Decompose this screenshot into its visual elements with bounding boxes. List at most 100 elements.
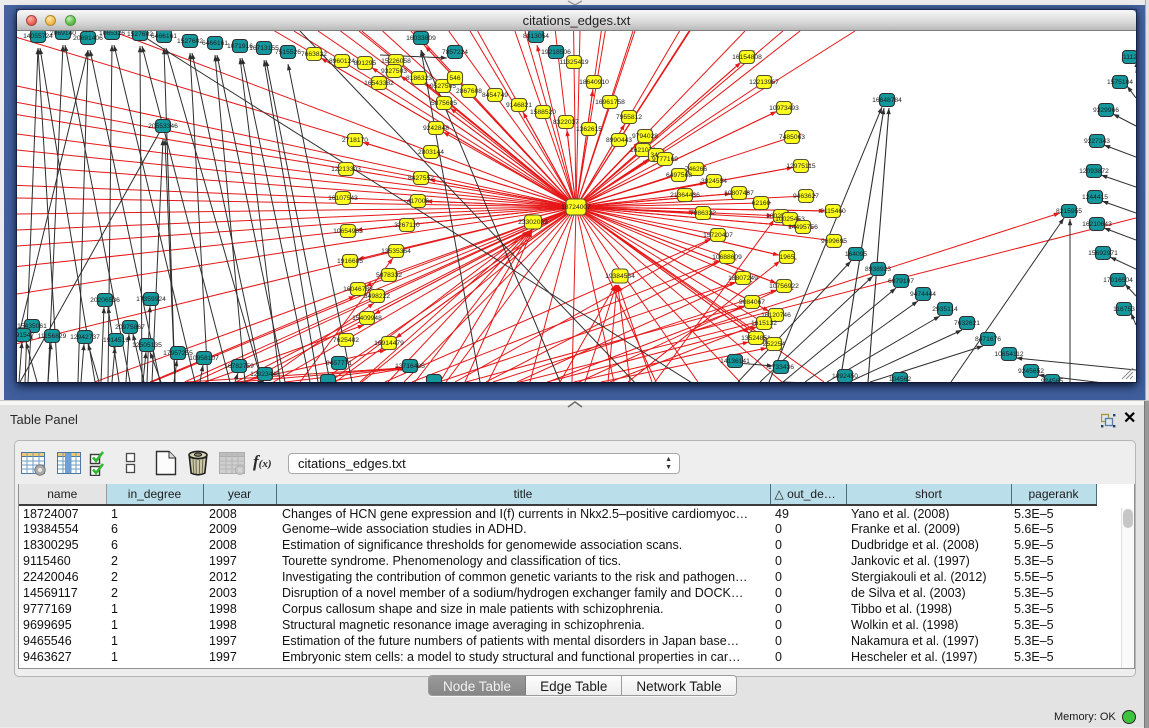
svg-text:3267110: 3267110 bbox=[394, 222, 420, 229]
svg-text:6497568: 6497568 bbox=[666, 172, 692, 179]
svg-text:1362615: 1362615 bbox=[576, 126, 602, 133]
svg-text:2867608: 2867608 bbox=[456, 88, 482, 95]
svg-text:16046788: 16046788 bbox=[343, 286, 373, 293]
svg-text:8471676: 8471676 bbox=[975, 336, 1001, 343]
svg-text:10756922: 10756922 bbox=[769, 283, 799, 290]
svg-text:16961758: 16961758 bbox=[595, 99, 625, 106]
svg-text:9245652: 9245652 bbox=[1018, 368, 1044, 375]
svg-text:12923446: 12923446 bbox=[250, 371, 280, 378]
svg-text:1615132: 1615132 bbox=[751, 320, 777, 327]
svg-text:417006: 417006 bbox=[407, 198, 430, 205]
svg-text:9146821: 9146821 bbox=[506, 102, 532, 109]
svg-text:164095: 164095 bbox=[845, 251, 868, 258]
svg-text:1914519: 1914519 bbox=[103, 337, 129, 344]
svg-text:9329966: 9329966 bbox=[1093, 107, 1119, 114]
svg-text:1733436: 1733436 bbox=[768, 364, 794, 371]
svg-text:62160: 62160 bbox=[752, 200, 771, 207]
svg-text:1065326: 1065326 bbox=[99, 31, 125, 37]
svg-text:8990443: 8990443 bbox=[606, 137, 632, 144]
svg-text:1588520: 1588520 bbox=[530, 109, 556, 116]
svg-text:16543382: 16543382 bbox=[364, 80, 394, 87]
svg-text:20553346: 20553346 bbox=[148, 123, 178, 130]
svg-text:1244415: 1244415 bbox=[1082, 194, 1108, 201]
svg-text:7663822: 7663822 bbox=[301, 51, 327, 58]
svg-text:6879197: 6879197 bbox=[888, 278, 914, 285]
svg-text:21364436: 21364436 bbox=[670, 192, 700, 199]
svg-text:11325419: 11325419 bbox=[559, 59, 589, 66]
svg-text:14136141: 14136141 bbox=[720, 358, 750, 365]
svg-text:17016504: 17016504 bbox=[1103, 277, 1133, 284]
svg-text:2718170: 2718170 bbox=[342, 137, 368, 144]
svg-text:8938923: 8938923 bbox=[865, 266, 891, 273]
svg-text:13535364: 13535364 bbox=[381, 248, 411, 255]
svg-text:3498222: 3498222 bbox=[364, 293, 390, 300]
svg-text:3824554: 3824554 bbox=[701, 178, 727, 185]
svg-text:15409948: 15409948 bbox=[352, 315, 382, 322]
svg-text:16914479: 16914479 bbox=[374, 340, 404, 347]
svg-text:8322037: 8322037 bbox=[553, 119, 579, 126]
svg-text:1112: 1112 bbox=[1123, 54, 1136, 61]
svg-text:13716485: 13716485 bbox=[395, 363, 425, 370]
svg-text:9242848: 9242848 bbox=[423, 125, 449, 132]
svg-text:9457771: 9457771 bbox=[326, 360, 352, 367]
svg-text:10688609: 10688609 bbox=[712, 254, 742, 261]
svg-text:10973493: 10973493 bbox=[769, 105, 799, 112]
svg-text:12213303: 12213303 bbox=[331, 166, 361, 173]
svg-text:12942737: 12942737 bbox=[70, 334, 100, 341]
svg-text:1527602: 1527602 bbox=[177, 38, 203, 45]
svg-text:15692971: 15692971 bbox=[1088, 250, 1118, 257]
svg-text:16648784: 16648784 bbox=[872, 97, 902, 104]
svg-text:1092450: 1092450 bbox=[832, 373, 858, 380]
svg-text:18807249: 18807249 bbox=[728, 275, 758, 282]
svg-text:23302033: 23302033 bbox=[518, 219, 548, 226]
svg-text:6466161: 6466161 bbox=[202, 40, 228, 47]
svg-text:10807487: 10807487 bbox=[724, 190, 754, 197]
svg-text:9474444: 9474444 bbox=[910, 291, 936, 298]
svg-text:1527602: 1527602 bbox=[127, 31, 153, 38]
svg-text:8454749: 8454749 bbox=[482, 92, 508, 99]
svg-text:16154808: 16154808 bbox=[732, 54, 762, 61]
svg-text:16210643: 16210643 bbox=[1082, 221, 1112, 228]
svg-text:7632621: 7632621 bbox=[954, 320, 980, 327]
svg-text:924565: 924565 bbox=[1041, 378, 1064, 382]
svg-text:9463627: 9463627 bbox=[793, 193, 819, 200]
svg-text:16107543: 16107543 bbox=[328, 195, 358, 202]
svg-text:12093872: 12093872 bbox=[1079, 168, 1109, 175]
svg-text:5875685: 5875685 bbox=[431, 100, 457, 107]
svg-text:15720407: 15720407 bbox=[703, 232, 733, 239]
svg-text:2803144: 2803144 bbox=[418, 149, 444, 156]
svg-text:14055724: 14055724 bbox=[23, 33, 53, 40]
svg-text:6466161: 6466161 bbox=[151, 33, 177, 40]
svg-text:9084067: 9084067 bbox=[739, 299, 765, 306]
svg-text:7625402: 7625402 bbox=[333, 337, 359, 344]
svg-text:1916685: 1916685 bbox=[337, 258, 363, 265]
svg-text:12213967: 12213967 bbox=[749, 79, 779, 86]
svg-text:9115460: 9115460 bbox=[820, 208, 846, 215]
svg-text:8186323: 8186323 bbox=[406, 75, 432, 82]
svg-text:11156829: 11156829 bbox=[38, 333, 67, 340]
svg-text:2935114: 2935114 bbox=[932, 306, 958, 313]
svg-text:10654112: 10654112 bbox=[994, 351, 1024, 358]
svg-text:5878332: 5878332 bbox=[376, 272, 402, 279]
svg-text:8215955: 8215955 bbox=[1056, 208, 1082, 215]
svg-text:9699695: 9699695 bbox=[821, 238, 847, 245]
svg-text:104562: 104562 bbox=[889, 376, 912, 382]
svg-text:18724007: 18724007 bbox=[561, 204, 591, 211]
svg-text:1575104: 1575104 bbox=[1107, 79, 1133, 86]
svg-text:252254: 252254 bbox=[763, 341, 786, 348]
svg-text:14495756: 14495756 bbox=[788, 224, 818, 231]
svg-text:20206536: 20206536 bbox=[90, 297, 120, 304]
svg-text:20975867: 20975867 bbox=[115, 324, 145, 331]
svg-text:546: 546 bbox=[449, 75, 460, 82]
svg-text:9794028: 9794028 bbox=[632, 133, 658, 140]
svg-text:8960124: 8960124 bbox=[329, 58, 355, 65]
svg-text:7986322: 7986322 bbox=[690, 210, 716, 217]
svg-text:116753: 116753 bbox=[1113, 306, 1135, 313]
svg-text:12505135: 12505135 bbox=[132, 342, 162, 349]
svg-text:12975115: 12975115 bbox=[786, 163, 816, 170]
svg-text:17359924: 17359924 bbox=[136, 296, 166, 303]
svg-text:391547: 391547 bbox=[17, 332, 34, 339]
svg-text:8813054: 8813054 bbox=[523, 33, 549, 40]
svg-text:7485063: 7485063 bbox=[779, 134, 805, 141]
svg-text:10958107: 10958107 bbox=[189, 355, 219, 362]
